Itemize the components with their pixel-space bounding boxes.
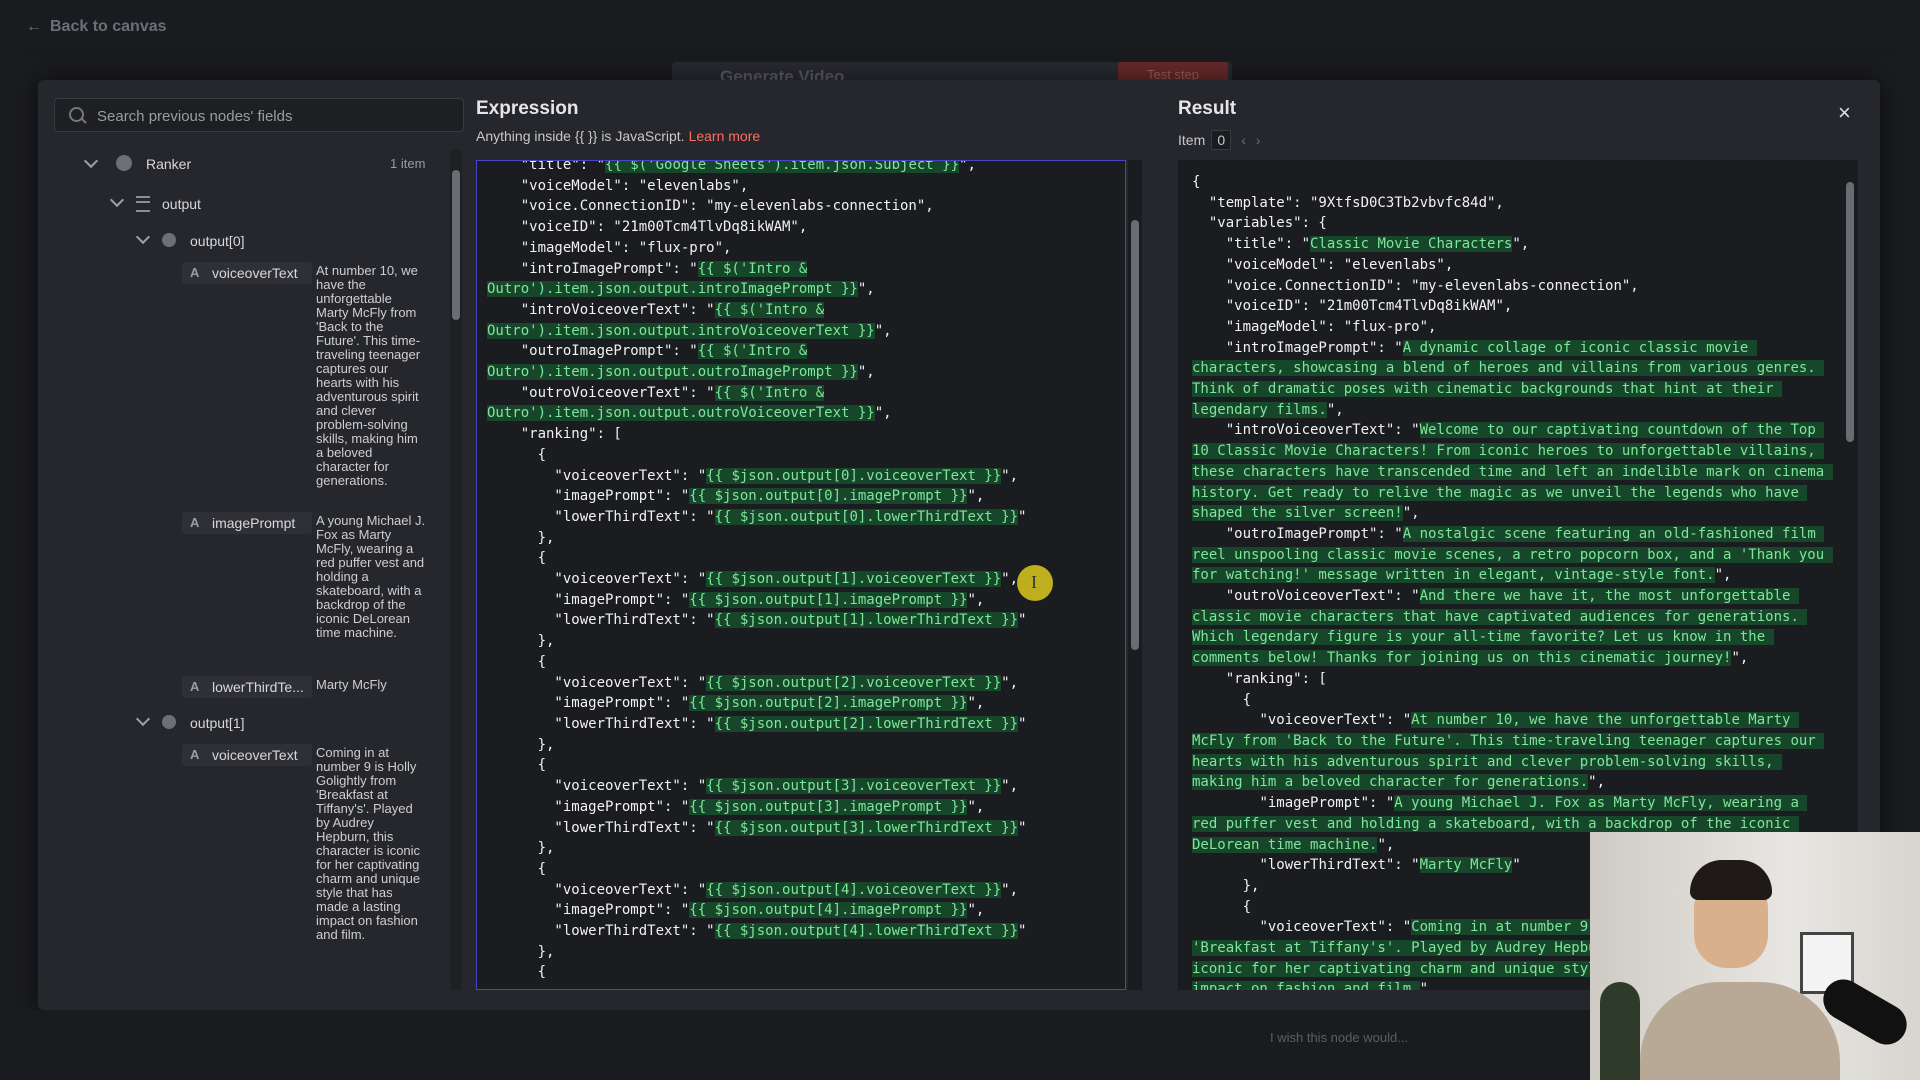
field-name: voiceoverText — [212, 747, 298, 763]
editor-scrollbar[interactable] — [1128, 160, 1142, 990]
list-icon — [136, 196, 150, 212]
tree-root-label[interactable]: Ranker — [146, 156, 191, 172]
arrow-left-icon: ← — [26, 18, 42, 35]
plant-image — [1600, 982, 1640, 1080]
chevron-down-icon[interactable] — [135, 711, 151, 727]
input-tree: Ranker 1 item output output[0] Avoiceove… — [38, 140, 468, 980]
string-type-icon: A — [190, 515, 200, 530]
chevron-left-icon[interactable]: ‹ — [1241, 132, 1246, 148]
ranker-node-icon — [116, 155, 132, 171]
field-value: At number 10, we have the unforgettable … — [316, 263, 421, 488]
fields-search[interactable] — [54, 98, 464, 133]
output-1-label[interactable]: output[1] — [190, 715, 245, 731]
back-label: Back to canvas — [50, 18, 167, 35]
field-value: Coming in at number 9 is Holly Golightly… — [316, 745, 421, 942]
presenter-hair — [1690, 860, 1772, 900]
chevron-down-icon[interactable] — [135, 229, 151, 245]
result-item-selector: Item 0 ‹ › — [1178, 130, 1261, 150]
field-tag[interactable]: AlowerThirdTe... — [182, 676, 312, 698]
webcam-overlay — [1590, 832, 1920, 1080]
feedback-prompt[interactable]: I wish this node would... — [1270, 1030, 1408, 1045]
chevron-down-icon[interactable] — [109, 192, 125, 208]
output-label[interactable]: output — [162, 196, 201, 212]
tree-scrollbar[interactable] — [450, 150, 462, 990]
top-bar: ← Back to canvas — [0, 0, 1920, 60]
object-icon — [162, 233, 176, 247]
close-button[interactable]: × — [1838, 100, 1851, 126]
output-0-label[interactable]: output[0] — [190, 233, 245, 249]
expression-subtitle: Anything inside {{ }} is JavaScript. Lear… — [476, 128, 760, 144]
object-icon — [162, 715, 176, 729]
learn-more-link[interactable]: Learn more — [689, 128, 761, 144]
item-index-input[interactable]: 0 — [1211, 130, 1232, 150]
back-to-canvas-link[interactable]: ← Back to canvas — [26, 18, 167, 36]
string-type-icon: A — [190, 747, 200, 762]
result-title: Result — [1178, 98, 1237, 119]
item-label: Item — [1178, 132, 1206, 148]
subtitle-text: Anything inside {{ }} is JavaScript. — [476, 128, 685, 144]
field-name: voiceoverText — [212, 265, 298, 281]
field-value: A young Michael J. Fox as Marty McFly, w… — [316, 513, 426, 640]
field-name: imagePrompt — [212, 515, 296, 531]
string-type-icon: A — [190, 679, 200, 694]
chevron-down-icon[interactable] — [83, 153, 99, 169]
item-count: 1 item — [390, 156, 426, 171]
field-tag[interactable]: AvoiceoverText — [182, 744, 312, 766]
field-value: Marty McFly — [316, 677, 387, 692]
mouse-cursor-highlight — [1017, 565, 1053, 601]
field-tag[interactable]: AimagePrompt — [182, 512, 312, 534]
chevron-right-icon[interactable]: › — [1256, 132, 1261, 148]
search-input[interactable] — [95, 99, 459, 133]
expression-code[interactable]: "title": "{{ $('Google Sheets').item.jso… — [487, 161, 1026, 983]
scroll-thumb[interactable] — [452, 170, 460, 320]
scroll-thumb[interactable] — [1846, 182, 1854, 442]
field-tag[interactable]: AvoiceoverText — [182, 262, 312, 284]
string-type-icon: A — [190, 265, 200, 280]
expression-title: Expression — [476, 98, 579, 119]
field-name: lowerThirdTe... — [212, 679, 304, 695]
scroll-thumb[interactable] — [1131, 220, 1139, 650]
search-icon — [69, 107, 84, 122]
